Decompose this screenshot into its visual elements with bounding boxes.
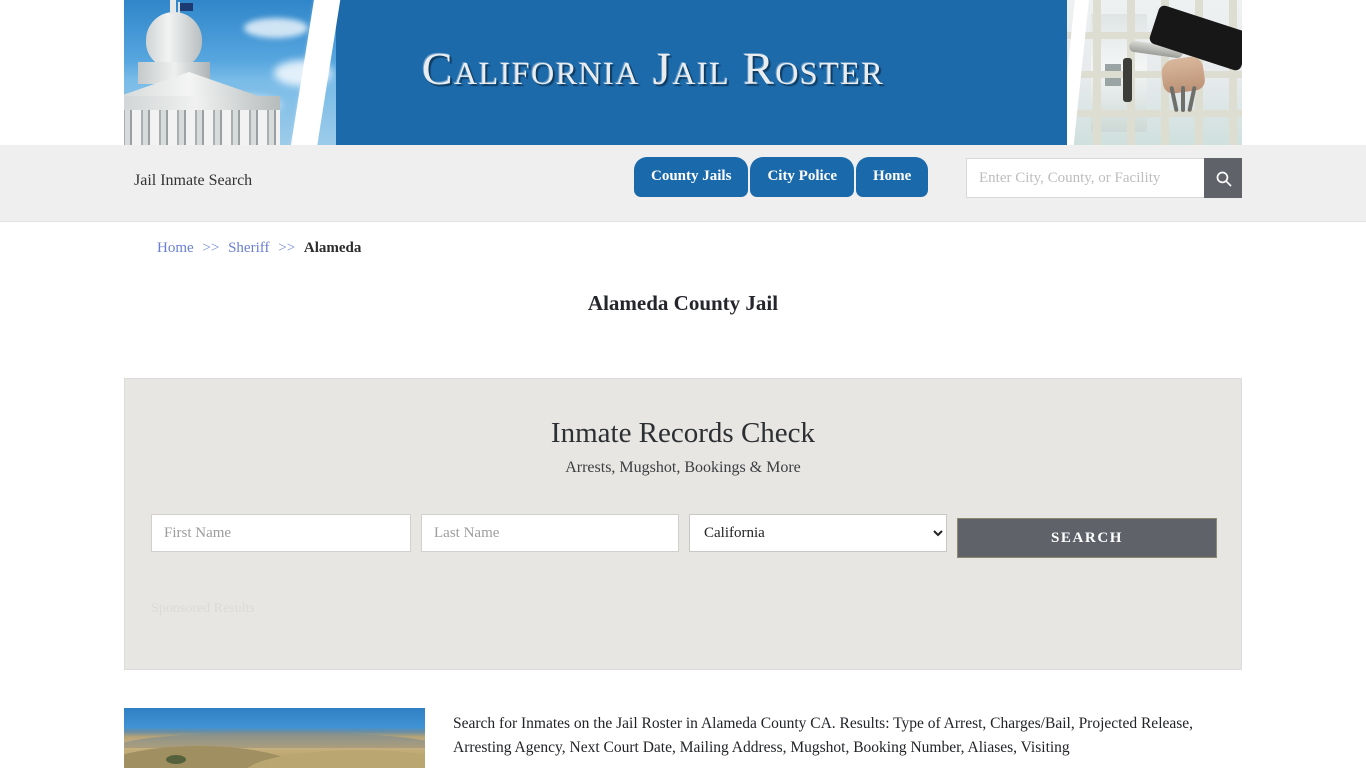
breadcrumb-separator: >>	[202, 240, 220, 256]
header-search-button[interactable]	[1204, 158, 1242, 198]
jail-lock-icon	[1123, 58, 1132, 102]
breadcrumb: Home >> Sheriff >> Alameda	[157, 240, 361, 257]
keys-icon	[1169, 85, 1200, 120]
nav-tab-city-police[interactable]: City Police	[750, 157, 854, 197]
site-name: Jail Inmate Search	[134, 172, 253, 189]
breadcrumb-current-alameda: Alameda	[303, 240, 362, 256]
inmate-records-search-panel: Inmate Records Check Arrests, Mugshot, B…	[124, 378, 1242, 670]
last-name-input[interactable]	[421, 514, 679, 552]
panel-subtitle: Arrests, Mugshot, Bookings & More	[565, 459, 801, 476]
breadcrumb-link-sheriff[interactable]: Sheriff	[228, 240, 269, 256]
capitol-columns	[124, 110, 280, 145]
nav-inner-container: Jail Inmate Search County Jails City Pol…	[124, 145, 1242, 222]
nav-tab-home[interactable]: Home	[856, 157, 929, 197]
cloud-shape	[244, 18, 308, 38]
header-search-input[interactable]	[966, 158, 1204, 198]
facility-thumbnail-image	[124, 708, 425, 768]
jail-door-photo	[1067, 0, 1242, 145]
facility-description: Search for Inmates on the Jail Roster in…	[453, 715, 1194, 756]
main-navigation-bar: Jail Inmate Search County Jails City Pol…	[0, 145, 1366, 222]
breadcrumb-separator: >>	[278, 240, 296, 256]
site-banner: California Jail Roster	[124, 0, 1242, 145]
breadcrumb-link-home[interactable]: Home	[157, 240, 194, 256]
facility-content-section: Search for Inmates on the Jail Roster in…	[124, 708, 1242, 768]
state-select[interactable]: California	[689, 514, 947, 552]
inmate-search-button[interactable]: SEARCH	[957, 518, 1217, 558]
inmate-search-form: California SEARCH	[151, 514, 1217, 558]
bush-shape	[166, 755, 186, 764]
page-title: Alameda County Jail	[587, 291, 779, 315]
search-icon	[1216, 171, 1231, 186]
sponsored-results-label: Sponsored Results	[151, 601, 255, 616]
nav-tabs: County Jails City Police Home	[634, 157, 929, 197]
panel-title: Inmate Records Check	[550, 417, 816, 449]
mountain-ridge	[124, 732, 425, 748]
header-search-form	[966, 158, 1242, 198]
capitol-entablature	[124, 96, 280, 110]
nav-tab-county-jails[interactable]: County Jails	[634, 157, 749, 197]
first-name-input[interactable]	[151, 514, 411, 552]
